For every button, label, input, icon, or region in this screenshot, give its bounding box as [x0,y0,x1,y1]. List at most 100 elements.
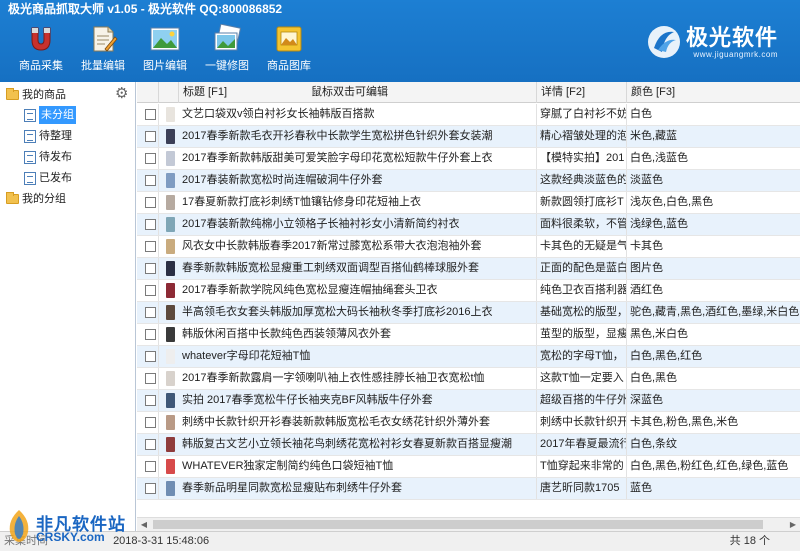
tree-item-pending-organize[interactable]: 待整理 [24,127,72,145]
product-color-cell[interactable]: 卡其色,粉色,黑色,米色 [627,412,800,433]
product-thumbnail[interactable] [166,437,175,452]
product-thumbnail[interactable] [166,393,175,408]
product-thumbnail[interactable] [166,481,175,496]
row-checkbox[interactable] [145,153,156,164]
quick-retouch-button[interactable]: 一键修图 [196,24,258,76]
product-thumbnail[interactable] [166,305,175,320]
product-detail-cell[interactable]: 面料很柔软，不管 [537,214,627,235]
tree-root-my-products[interactable]: 我的商品 [6,86,66,104]
row-checkbox[interactable] [145,307,156,318]
product-detail-cell[interactable]: 唐艺昕同款1705 [537,478,627,499]
table-row[interactable]: whatever字母印花短袖T恤 宽松的字母T恤， 白色,黑色,红色 [137,346,800,368]
product-thumbnail[interactable] [166,261,175,276]
product-title-cell[interactable]: 2017春季新款学院风纯色宽松显瘦连帽抽绳套头卫衣 [179,280,537,301]
product-color-cell[interactable]: 白色,黑色,粉红色,红色,绿色,蓝色 [627,456,800,477]
product-color-cell[interactable]: 白色,浅蓝色 [627,148,800,169]
product-detail-cell[interactable]: 基础宽松的版型， [537,302,627,323]
product-title-cell[interactable]: 实拍 2017春季宽松牛仔长袖夹克BF风韩版牛仔外套 [179,390,537,411]
product-detail-cell[interactable]: 2017年春夏最流行 [537,434,627,455]
collect-button[interactable]: 商品采集 [10,24,72,76]
row-checkbox[interactable] [145,263,156,274]
row-checkbox[interactable] [145,131,156,142]
product-color-cell[interactable]: 黑色,米白色 [627,324,800,345]
product-detail-cell[interactable]: 纯色卫衣百搭利器 [537,280,627,301]
horizontal-scrollbar[interactable]: ◀ ▶ [137,517,800,531]
product-thumbnail[interactable] [166,327,175,342]
product-title-cell[interactable]: 风衣女中长款韩版春季2017新常过膝宽松系带大衣泡泡袖外套 [179,236,537,257]
row-checkbox[interactable] [145,175,156,186]
row-checkbox[interactable] [145,241,156,252]
product-detail-cell[interactable]: 正面的配色是蓝白 [537,258,627,279]
tree-item-ungrouped[interactable]: 未分组 [24,106,76,124]
image-edit-button[interactable]: 图片编辑 [134,24,196,76]
tree-item-pending-publish[interactable]: 待发布 [24,148,72,166]
product-thumbnail[interactable] [166,217,175,232]
product-title-cell[interactable]: 半高领毛衣女套头韩版加厚宽松大码长袖秋冬季打底衫2016上衣 [179,302,537,323]
product-title-cell[interactable]: 文艺口袋双v领白衬衫女长袖韩版百搭款 [179,104,537,125]
table-row[interactable]: 风衣女中长款韩版春季2017新常过膝宽松系带大衣泡泡袖外套 卡其色的无疑是气 卡其色 [137,236,800,258]
row-checkbox[interactable] [145,461,156,472]
product-color-cell[interactable]: 米色,藏蓝 [627,126,800,147]
product-color-cell[interactable]: 驼色,藏青,黑色,酒红色,墨绿,米白色 [627,302,800,323]
table-row[interactable]: 文艺口袋双v领白衬衫女长袖韩版百搭款 穿腻了白衬衫不妨 白色 [137,104,800,126]
row-checkbox[interactable] [145,109,156,120]
table-row[interactable]: 2017春季新款韩版甜美可爱笑脸字母印花宽松短款牛仔外套上衣 【模特实拍】201 白… [137,148,800,170]
product-color-cell[interactable]: 蓝色 [627,478,800,499]
product-thumbnail[interactable] [166,195,175,210]
product-color-cell[interactable]: 白色,黑色,红色 [627,346,800,367]
product-title-cell[interactable]: WHATEVER独家定制简约纯色口袋短袖T恤 [179,456,537,477]
product-title-cell[interactable]: 2017春季新款毛衣开衫春秋中长款学生宽松拼色针织外套女装潮 [179,126,537,147]
product-title-cell[interactable]: 2017春季新款韩版甜美可爱笑脸字母印花宽松短款牛仔外套上衣 [179,148,537,169]
table-row[interactable]: 春季新品明星同款宽松显瘦贴布刺绣牛仔外套 唐艺昕同款1705 蓝色 [137,478,800,500]
row-checkbox[interactable] [145,197,156,208]
table-row[interactable]: 2017春季新款露肩一字领喇叭袖上衣性感挂脖长袖卫衣宽松t恤 这款T恤一定要入 白色… [137,368,800,390]
product-detail-cell[interactable]: 精心褶皱处理的泡 [537,126,627,147]
product-detail-cell[interactable]: 宽松的字母T恤， [537,346,627,367]
product-thumbnail[interactable] [166,107,175,122]
gear-icon[interactable]: ⚙ [115,86,128,101]
product-detail-cell[interactable]: 穿腻了白衬衫不妨 [537,104,627,125]
batch-edit-button[interactable]: 批量编辑 [72,24,134,76]
product-title-cell[interactable]: 刺绣中长款针织开衫春装新款韩版宽松毛衣女绣花针织外薄外套 [179,412,537,433]
row-checkbox[interactable] [145,439,156,450]
table-row[interactable]: 韩版休闲百搭中长款纯色西装领薄风衣外套 茧型的版型，显瘦 黑色,米白色 [137,324,800,346]
product-title-cell[interactable]: 韩版复古文艺小立领长袖花鸟刺绣花宽松衬衫女春夏新款百搭显瘦潮 [179,434,537,455]
product-detail-cell[interactable]: 【模特实拍】201 [537,148,627,169]
header-color[interactable]: 颜色 [F3] [627,82,800,103]
table-row[interactable]: 2017春季新款毛衣开衫春秋中长款学生宽松拼色针织外套女装潮 精心褶皱处理的泡 米色… [137,126,800,148]
product-color-cell[interactable]: 淡蓝色 [627,170,800,191]
table-row[interactable]: 韩版复古文艺小立领长袖花鸟刺绣花宽松衬衫女春夏新款百搭显瘦潮 2017年春夏最流行… [137,434,800,456]
product-color-cell[interactable]: 浅绿色,蓝色 [627,214,800,235]
table-row[interactable]: 2017春季新款学院风纯色宽松显瘦连帽抽绳套头卫衣 纯色卫衣百搭利器 酒红色 [137,280,800,302]
header-title[interactable]: 标题 [F1] 鼠标双击可编辑 [179,82,537,103]
table-row[interactable]: 实拍 2017春季宽松牛仔长袖夹克BF风韩版牛仔外套 超级百搭的牛仔外 深蓝色 [137,390,800,412]
product-title-cell[interactable]: 韩版休闲百搭中长款纯色西装领薄风衣外套 [179,324,537,345]
product-thumbnail[interactable] [166,371,175,386]
product-thumbnail[interactable] [166,129,175,144]
table-row[interactable]: 17春夏新款打底衫刺绣T恤镶钻修身印花短袖上衣 新款圆领打底衫T 浅灰色,白色,黑色 [137,192,800,214]
product-color-cell[interactable]: 浅灰色,白色,黑色 [627,192,800,213]
table-row[interactable]: WHATEVER独家定制简约纯色口袋短袖T恤 T恤穿起来非常的 白色,黑色,粉红色,… [137,456,800,478]
row-checkbox[interactable] [145,373,156,384]
product-title-cell[interactable]: 春季新品明星同款宽松显瘦贴布刺绣牛仔外套 [179,478,537,499]
product-detail-cell[interactable]: 新款圆领打底衫T [537,192,627,213]
product-color-cell[interactable]: 白色,条纹 [627,434,800,455]
table-row[interactable]: 半高领毛衣女套头韩版加厚宽松大码长袖秋冬季打底衫2016上衣 基础宽松的版型， 驼色… [137,302,800,324]
row-checkbox[interactable] [145,417,156,428]
scrollbar-thumb[interactable] [153,520,763,529]
product-thumbnail[interactable] [166,173,175,188]
product-thumbnail[interactable] [166,349,175,364]
product-detail-cell[interactable]: 这款T恤一定要入 [537,368,627,389]
product-detail-cell[interactable]: 这款经典淡蓝色的 [537,170,627,191]
product-thumbnail[interactable] [166,239,175,254]
row-checkbox[interactable] [145,285,156,296]
product-detail-cell[interactable]: 卡其色的无疑是气 [537,236,627,257]
product-thumbnail[interactable] [166,459,175,474]
scroll-right-arrow-icon[interactable]: ▶ [786,518,800,532]
row-checkbox[interactable] [145,483,156,494]
table-row[interactable]: 2017春装新款宽松时尚连帽破洞牛仔外套 这款经典淡蓝色的 淡蓝色 [137,170,800,192]
row-checkbox[interactable] [145,351,156,362]
header-detail[interactable]: 详情 [F2] [537,82,627,103]
row-checkbox[interactable] [145,329,156,340]
product-thumbnail[interactable] [166,151,175,166]
